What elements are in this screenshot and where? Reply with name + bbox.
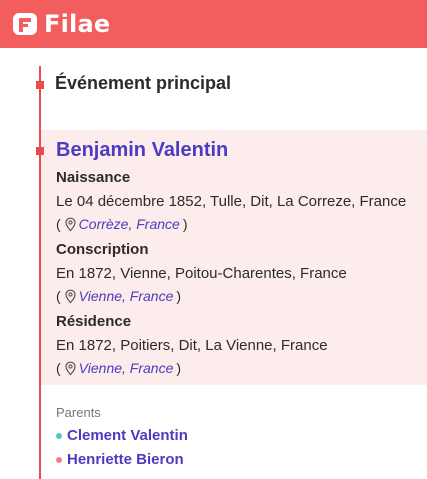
event-location-naissance: ( Corrèze, France ) xyxy=(56,216,188,232)
person-name-link[interactable]: Benjamin Valentin xyxy=(56,139,228,162)
paren-close: ) xyxy=(176,288,182,304)
parent-link-mother[interactable]: Henriette Bieron xyxy=(56,451,184,468)
parent-name[interactable]: Henriette Bieron xyxy=(67,451,184,468)
event-location-conscription: ( Vienne, France ) xyxy=(56,288,181,304)
father-dot-icon xyxy=(56,432,62,439)
location-link[interactable]: Vienne, France xyxy=(79,288,174,304)
filae-logo-icon[interactable] xyxy=(10,9,40,39)
paren-close: ) xyxy=(176,360,182,376)
location-link[interactable]: Corrèze, France xyxy=(79,216,180,232)
event-text-conscription: En 1872, Vienne, Poitou-Charentes, Franc… xyxy=(56,265,347,282)
paren-open: ( xyxy=(56,360,61,376)
event-text-naissance: Le 04 décembre 1852, Tulle, Dit, La Corr… xyxy=(56,193,407,210)
paren-close: ) xyxy=(182,216,188,232)
section-title: Événement principal xyxy=(55,73,232,93)
event-location-residence: ( Vienne, France ) xyxy=(56,360,181,376)
mother-dot-icon xyxy=(56,456,62,463)
event-label-residence: Résidence xyxy=(56,313,132,330)
timeline-marker xyxy=(36,147,44,155)
timeline-marker xyxy=(36,81,44,89)
event-label-naissance: Naissance xyxy=(56,169,131,186)
map-pin-icon xyxy=(65,217,76,231)
top-bar: Filae xyxy=(0,0,427,48)
paren-open: ( xyxy=(56,216,61,232)
map-pin-icon xyxy=(65,289,76,303)
location-link[interactable]: Vienne, France xyxy=(79,360,174,376)
event-label-conscription: Conscription xyxy=(56,241,149,258)
parents-label: Parents xyxy=(56,405,101,420)
event-text-residence: En 1872, Poitiers, Dit, La Vienne, Franc… xyxy=(56,337,328,354)
parent-link-father[interactable]: Clement Valentin xyxy=(56,427,188,444)
map-pin-icon xyxy=(65,361,76,375)
parent-name[interactable]: Clement Valentin xyxy=(67,427,188,444)
paren-open: ( xyxy=(56,288,61,304)
brand-name[interactable]: Filae xyxy=(44,10,110,38)
